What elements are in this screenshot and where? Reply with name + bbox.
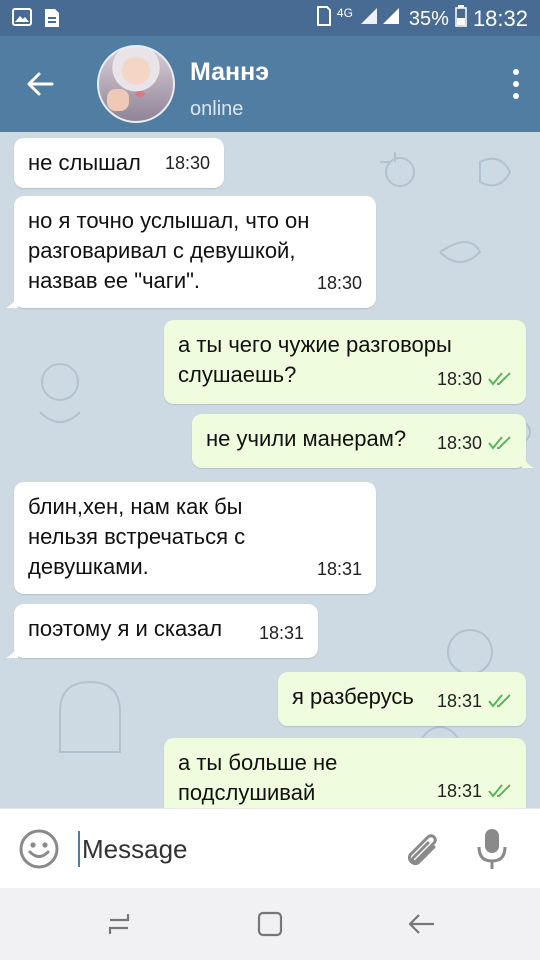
menu-dots-icon[interactable] <box>512 68 520 100</box>
recent-apps-icon[interactable] <box>104 910 134 938</box>
double-check-icon <box>488 694 511 708</box>
contact-status: online <box>190 98 244 120</box>
message-text: блин,хен, нам как бы нельзя встречаться … <box>28 494 246 579</box>
message-outgoing[interactable]: не учили манерам? 18:30 <box>192 414 534 468</box>
message-time: 18:31 <box>436 691 482 711</box>
message-time: 18:30 <box>436 369 482 389</box>
avatar[interactable] <box>97 45 175 123</box>
chat-header: Маннэ online <box>0 36 540 132</box>
text-caret <box>78 831 80 867</box>
message-time: 18:30 <box>436 433 482 453</box>
message-input[interactable] <box>82 827 382 871</box>
mic-icon[interactable] <box>474 827 510 873</box>
bubble-tail-icon <box>6 644 18 658</box>
message-time: 18:31 <box>316 559 362 579</box>
message-text: я разберусь <box>292 684 414 709</box>
contact-name[interactable]: Маннэ <box>190 58 269 87</box>
message-incoming[interactable]: поэтому я и сказал 18:31 <box>6 604 318 658</box>
message-incoming[interactable]: но я точно услышал, что он разговаривал … <box>6 196 376 308</box>
message-text: не учили манерам? <box>206 426 407 451</box>
status-bar: 4G 35% 18:32 <box>0 0 540 36</box>
message-text: а ты чего чужие разговоры слушаешь? <box>178 332 452 387</box>
status-time: 18:32 <box>472 6 528 31</box>
battery-percent: 35% <box>408 7 449 30</box>
doc-notification-icon <box>44 8 60 33</box>
double-check-icon <box>488 784 511 798</box>
message-text: а ты больше не подслушивай <box>178 750 338 805</box>
message-incoming[interactable]: не слышал 18:30 <box>14 138 224 188</box>
message-incoming[interactable]: блин,хен, нам как бы нельзя встречаться … <box>14 482 376 594</box>
bubble-tail-icon <box>6 294 18 308</box>
double-check-icon <box>488 372 511 386</box>
message-time: 18:30 <box>164 153 210 173</box>
battery-icon <box>455 5 467 33</box>
attach-icon[interactable] <box>402 829 442 871</box>
back-arrow-icon[interactable] <box>22 66 58 102</box>
bubble-tail-icon <box>522 454 534 468</box>
nav-back-icon[interactable] <box>406 910 436 938</box>
message-time: 18:30 <box>316 273 362 293</box>
double-check-icon <box>488 436 511 450</box>
system-nav-bar <box>0 888 540 960</box>
message-text: поэтому я и сказал <box>28 616 223 641</box>
message-time: 18:31 <box>436 781 482 801</box>
home-icon[interactable] <box>256 910 284 938</box>
network-type: 4G <box>336 6 353 20</box>
message-outgoing[interactable]: а ты чего чужие разговоры слушаешь? 18:3… <box>164 320 526 404</box>
message-outgoing[interactable]: а ты больше не подслушивай 18:31 <box>164 738 526 808</box>
message-time: 18:31 <box>258 623 304 643</box>
message-outgoing[interactable]: я разберусь 18:31 <box>278 672 526 726</box>
message-text: но я точно услышал, что он разговаривал … <box>28 208 310 293</box>
gallery-notification-icon <box>12 8 32 33</box>
chat-area[interactable]: не слышал 18:30 но я точно услышал, что … <box>0 132 540 808</box>
composer-bar <box>0 808 540 888</box>
sim-icon <box>316 6 331 32</box>
message-text: не слышал <box>28 150 141 175</box>
emoji-icon[interactable] <box>18 828 60 870</box>
signal-icon <box>359 6 403 32</box>
